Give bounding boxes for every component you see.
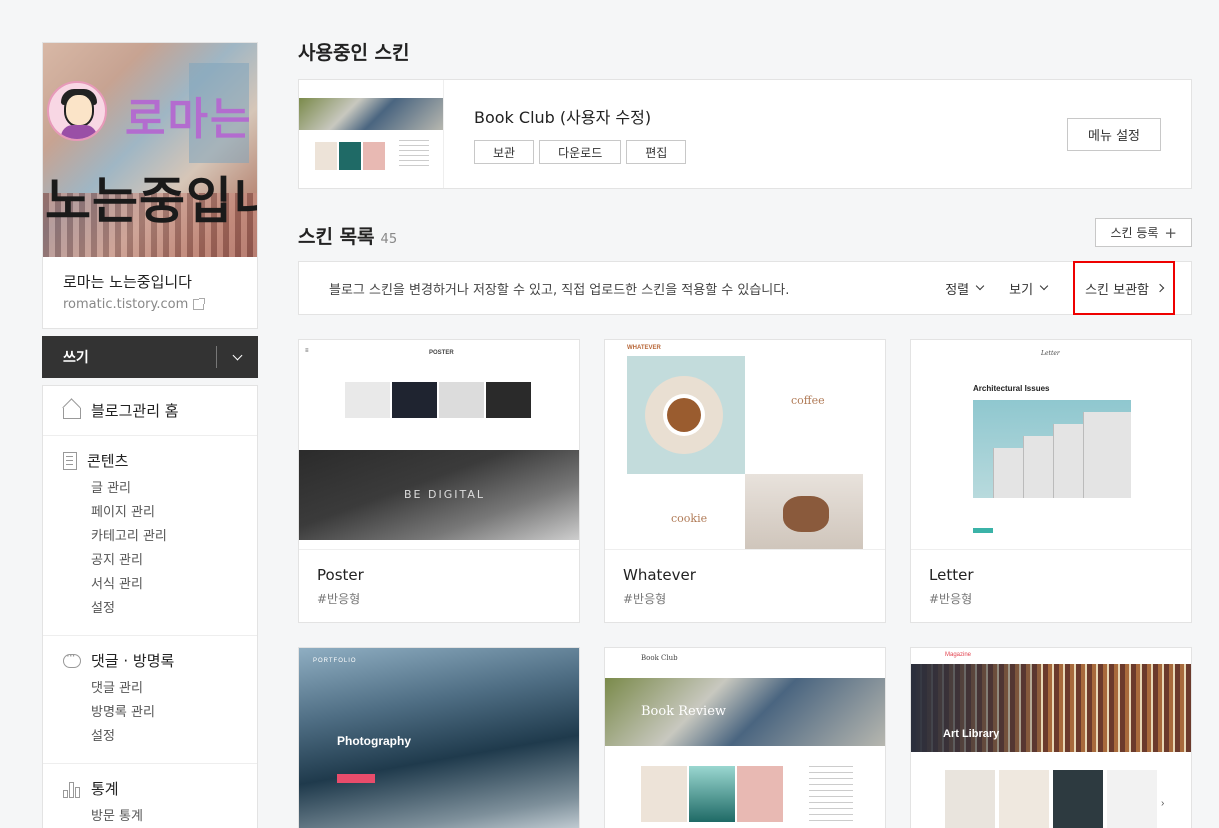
register-skin-button[interactable]: 스킨 등록 + [1095, 218, 1192, 247]
thumb-brand: Book Club [641, 654, 678, 662]
thumb-brand: Magazine [945, 652, 972, 658]
thumb-text: coffee [791, 394, 825, 407]
menu-sub-item-comment-settings[interactable]: 설정 [63, 725, 257, 749]
chevron-down-icon [232, 350, 242, 360]
skin-thumbnail: Magazine Art Library › [911, 648, 1191, 828]
menu-settings-button[interactable]: 메뉴 설정 [1067, 118, 1161, 151]
view-label: 보기 [1009, 282, 1034, 298]
skin-card-book-club[interactable]: Book Club Book Review [604, 647, 886, 828]
skin-thumbnail: Book Club Book Review [605, 648, 885, 828]
menu-sub-item-comments[interactable]: 댓글 관리 [63, 677, 257, 701]
archive-button[interactable]: 보관 [474, 140, 535, 164]
bar-chart-icon [63, 780, 81, 798]
menu-sub-item-visit-stats[interactable]: 방문 통계 [63, 805, 257, 828]
chevron-down-icon [1039, 281, 1049, 291]
skin-list-header: 스킨 목록 45 스킨 등록 + [298, 218, 1192, 249]
menu-item-content-label: 콘텐츠 [87, 452, 129, 470]
sort-dropdown[interactable]: 정렬 [945, 279, 985, 298]
thumb-brand: PORTFOLIO [313, 658, 357, 664]
menu-sub-item-categories[interactable]: 카테고리 관리 [63, 525, 257, 549]
skin-tag: #반응형 [929, 592, 973, 606]
register-skin-label: 스킨 등록 [1110, 226, 1159, 240]
thumb-brand: POSTER [429, 350, 454, 356]
skin-notice-bar: 블로그 스킨을 변경하거나 저장할 수 있고, 직접 업로드한 스킨을 적용할 … [298, 261, 1192, 315]
menu-sub-item-templates[interactable]: 서식 관리 [63, 573, 257, 597]
profile-card: 로마는 노는중입니다 로마는 노는중입니다 romatic.tistory.co… [42, 42, 258, 329]
skin-vault-label: 스킨 보관함 [1085, 282, 1149, 298]
menu-item-content[interactable]: 콘텐츠 [63, 450, 257, 471]
menu-sub-item-posts[interactable]: 글 관리 [63, 477, 257, 501]
menu-item-home[interactable]: 블로그관리 홈 [63, 400, 257, 421]
skin-name: Poster [317, 566, 364, 584]
main-content: 사용중인 스킨 Book Club (사용자 수정) 보관 다운로드 편집 메뉴… [298, 38, 1192, 828]
skin-thumbnail: Letter Architectural Issues [911, 340, 1191, 550]
blog-url-link[interactable]: romatic.tistory.com [63, 297, 237, 312]
external-link-icon [193, 298, 206, 310]
menu-item-comments-label: 댓글 · 방명록 [91, 652, 175, 670]
menu-sub-item-notices[interactable]: 공지 관리 [63, 549, 257, 573]
skin-grid: ≡ POSTER BE DIGITAL Poster #반응형 WHATEVER [298, 339, 1192, 828]
skin-vault-link[interactable]: 스킨 보관함 [1073, 261, 1175, 315]
write-button[interactable]: 쓰기 [43, 347, 216, 367]
thumb-text-2: cookie [671, 512, 708, 525]
avatar [47, 81, 107, 141]
skin-name: Whatever [623, 566, 696, 584]
sidebar: 로마는 노는중입니다 로마는 노는중입니다 romatic.tistory.co… [42, 42, 258, 828]
menu-sub-item-pages[interactable]: 페이지 관리 [63, 501, 257, 525]
thumb-text: Photography [337, 734, 411, 748]
skin-card-magazine[interactable]: Magazine Art Library › [910, 647, 1192, 828]
write-dropdown-button[interactable] [217, 337, 257, 377]
menu-item-stats-label: 통계 [91, 780, 119, 798]
skin-name: Letter [929, 566, 974, 584]
skin-tag: #반응형 [623, 592, 667, 606]
skin-card-whatever[interactable]: WHATEVER coffee cookie Whatever #반응형 [604, 339, 886, 623]
thumb-text: Art Library [943, 728, 1000, 740]
skin-card-poster[interactable]: ≡ POSTER BE DIGITAL Poster #반응형 [298, 339, 580, 623]
view-dropdown[interactable]: 보기 [1009, 279, 1049, 298]
cover-title-line2: 노는중입니다 [45, 171, 257, 230]
skin-thumbnail: PORTFOLIO Photography [299, 648, 579, 828]
skin-thumbnail: ≡ POSTER BE DIGITAL [299, 340, 579, 550]
plus-icon: + [1164, 223, 1177, 242]
chevron-down-icon [975, 281, 985, 291]
admin-menu: 블로그관리 홈 콘텐츠 글 관리 페이지 관리 카테고리 관리 공지 관리 서식… [42, 385, 258, 828]
skin-card-portfolio[interactable]: PORTFOLIO Photography [298, 647, 580, 828]
thumb-text: BE DIGITAL [404, 488, 485, 501]
menu-item-home-label: 블로그관리 홈 [91, 402, 179, 420]
home-icon [63, 408, 81, 419]
skin-thumbnail: WHATEVER coffee cookie [605, 340, 885, 550]
speech-bubble-icon [63, 649, 81, 668]
skin-list-heading: 스킨 목록 [298, 226, 375, 248]
current-skin-name: Book Club (사용자 수정) [474, 108, 652, 127]
skin-tag: #반응형 [317, 592, 361, 606]
chevron-right-icon [1155, 283, 1165, 293]
current-skin-card: Book Club (사용자 수정) 보관 다운로드 편집 메뉴 설정 [298, 79, 1192, 189]
download-button[interactable]: 다운로드 [539, 140, 622, 164]
thumb-brand: WHATEVER [627, 345, 661, 351]
sort-label: 정렬 [945, 282, 970, 298]
current-skin-heading: 사용중인 스킨 [298, 42, 410, 64]
chevron-right-icon[interactable]: › [1161, 798, 1164, 809]
thumb-text: Book Review [641, 704, 727, 719]
skin-card-letter[interactable]: Letter Architectural Issues Letter #반응형 [910, 339, 1192, 623]
menu-icon: ≡ [305, 348, 309, 354]
menu-item-comments[interactable]: 댓글 · 방명록 [63, 649, 257, 671]
document-icon [63, 451, 77, 470]
current-skin-thumbnail [299, 80, 444, 188]
cover-title-line1: 로마는 [125, 94, 253, 145]
blog-url: romatic.tistory.com [63, 297, 189, 312]
menu-item-stats[interactable]: 통계 [63, 778, 257, 799]
thumb-brand: Letter [1041, 350, 1060, 357]
blog-name: 로마는 노는중입니다 [63, 273, 192, 291]
thumb-text: Architectural Issues [973, 384, 1050, 393]
notice-text: 블로그 스킨을 변경하거나 저장할 수 있고, 직접 업로드한 스킨을 적용할 … [329, 282, 790, 298]
menu-sub-item-guestbook[interactable]: 방명록 관리 [63, 701, 257, 725]
menu-sub-item-content-settings[interactable]: 설정 [63, 597, 257, 621]
blog-cover-image[interactable]: 로마는 노는중입니다 [43, 43, 257, 257]
skin-count: 45 [380, 232, 398, 247]
write-bar: 쓰기 [42, 336, 258, 378]
edit-button[interactable]: 편집 [626, 140, 687, 164]
